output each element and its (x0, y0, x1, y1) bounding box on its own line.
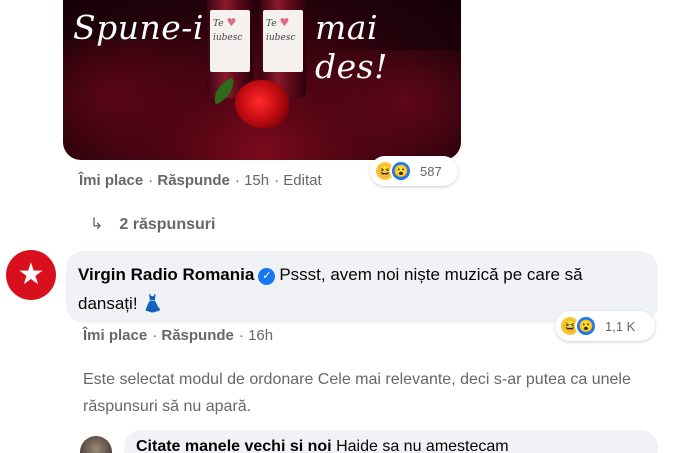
like-link[interactable]: Îmi place (79, 172, 143, 189)
comment-text: Haide sa nu amestecam (336, 438, 509, 453)
avatar[interactable] (80, 436, 112, 453)
edited-label[interactable]: Editat (283, 172, 321, 189)
post-image[interactable]: Spune-i Te ♥ iubesc Te ♥ iubesc mai des! (63, 0, 461, 160)
image-caption-left: Spune-i (73, 8, 204, 47)
reply-link[interactable]: Răspunde (157, 172, 230, 189)
avatar[interactable]: ★ (6, 250, 56, 300)
comment-bubble: Citate manele vechi si noi Haide sa nu a… (124, 430, 658, 453)
bottle-label: Te ♥ iubesc (210, 10, 250, 72)
reaction-count: 587 (420, 163, 442, 179)
reaction-summary[interactable]: 😆 😮 1,1 K (555, 311, 655, 341)
reaction-summary[interactable]: 😆 😮 587 (370, 156, 458, 186)
comment-actions: Îmi place · Răspunde · 16h (83, 327, 274, 344)
like-link[interactable]: Îmi place (83, 327, 147, 344)
bottle-label: Te ♥ iubesc (263, 10, 303, 72)
rose (235, 80, 289, 128)
image-fabric (63, 40, 223, 160)
verified-badge-icon: ✓ (258, 268, 276, 285)
image-caption-right: mai des! (315, 8, 388, 86)
comment-author[interactable]: Virgin Radio Romania (78, 265, 254, 284)
timestamp[interactable]: 15h (244, 172, 269, 189)
sort-notice: Este selectat modul de ordonare Cele mai… (83, 371, 631, 415)
reply-link[interactable]: Răspunde (161, 327, 234, 344)
post-actions: Îmi place · Răspunde · 15h · Editat (79, 172, 322, 189)
timestamp[interactable]: 16h (248, 327, 273, 344)
view-replies-link[interactable]: ↳ 2 răspunsuri (90, 214, 215, 234)
star-logo-icon: ★ (17, 258, 45, 291)
wow-icon: 😮 (390, 160, 412, 182)
reply-arrow-icon: ↳ (90, 216, 104, 233)
reaction-count: 1,1 K (605, 318, 636, 334)
comment-author[interactable]: Citate manele vechi si noi (136, 438, 332, 453)
wow-icon: 😮 (575, 315, 597, 337)
dress-emoji-icon: 👗 (142, 294, 164, 313)
